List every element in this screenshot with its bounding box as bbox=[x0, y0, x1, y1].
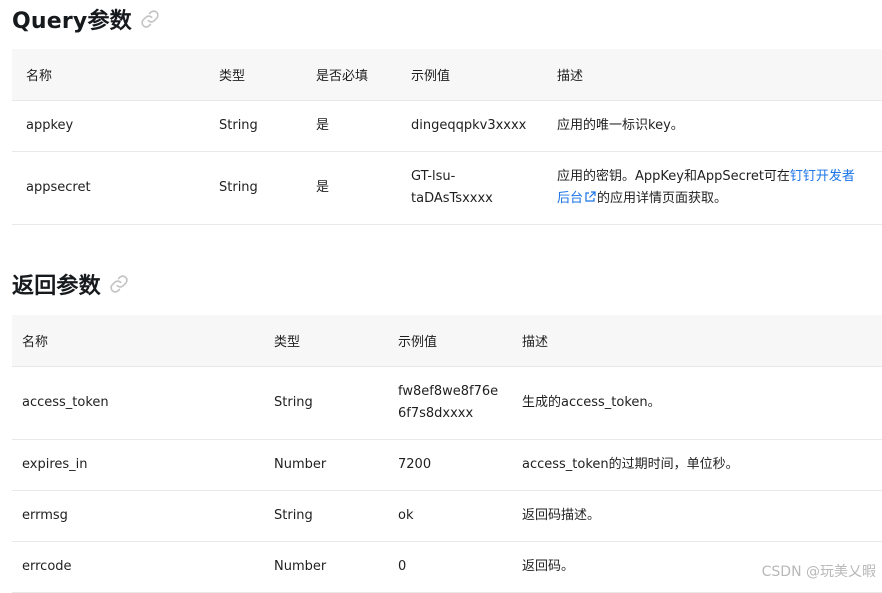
return-params-table: 名称 类型 示例值 描述 access_token String fw8ef8w… bbox=[12, 315, 882, 593]
example-line: fw8ef8we8f76e bbox=[398, 383, 499, 399]
param-required: 是 bbox=[302, 100, 397, 152]
param-type: Number bbox=[264, 439, 388, 491]
table-row: appsecret String 是 GT-lsu- taDAsTsxxxx 应… bbox=[12, 151, 882, 225]
table-row: expires_in Number 7200 access_token的过期时间… bbox=[12, 439, 882, 491]
param-name: expires_in bbox=[12, 439, 264, 491]
param-required: 是 bbox=[302, 151, 397, 225]
table-header-row: 名称 类型 是否必填 示例值 描述 bbox=[12, 49, 882, 101]
param-description: 生成的access_token。 bbox=[512, 366, 882, 440]
param-example: fw8ef8we8f76e 6f7s8dxxxx bbox=[388, 366, 512, 440]
param-example: 0 bbox=[388, 541, 512, 593]
column-header-name: 名称 bbox=[12, 315, 264, 367]
example-line: taDAsTsxxxx bbox=[411, 190, 493, 206]
param-example: dingeqqpkv3xxxx bbox=[397, 100, 543, 152]
param-name: errcode bbox=[12, 541, 264, 593]
description-text: 应用的密钥。AppKey和AppSecret可在 bbox=[557, 168, 790, 184]
param-description: 应用的密钥。AppKey和AppSecret可在钉钉开发者 后台 的应用详情页面获… bbox=[543, 151, 882, 225]
param-example: 7200 bbox=[388, 439, 512, 491]
param-type: String bbox=[264, 366, 388, 440]
developer-console-link-continued[interactable]: 后台 bbox=[557, 191, 583, 206]
param-example: ok bbox=[388, 490, 512, 542]
param-type: String bbox=[205, 151, 302, 225]
column-header-required: 是否必填 bbox=[302, 49, 397, 101]
developer-console-link[interactable]: 钉钉开发者 bbox=[790, 169, 855, 184]
param-example: GT-lsu- taDAsTsxxxx bbox=[397, 151, 543, 225]
column-header-type: 类型 bbox=[264, 315, 388, 367]
param-type: String bbox=[264, 490, 388, 542]
column-header-description: 描述 bbox=[543, 49, 882, 101]
table-row: access_token String fw8ef8we8f76e 6f7s8d… bbox=[12, 366, 882, 440]
param-name: appsecret bbox=[12, 151, 205, 225]
param-description: 返回码描述。 bbox=[512, 490, 882, 542]
table-header-row: 名称 类型 示例值 描述 bbox=[12, 315, 882, 367]
query-params-table: 名称 类型 是否必填 示例值 描述 appkey String 是 dingeq… bbox=[12, 49, 882, 225]
param-type: Number bbox=[264, 541, 388, 593]
table-row: appkey String 是 dingeqqpkv3xxxx 应用的唯一标识k… bbox=[12, 100, 882, 152]
link-icon[interactable] bbox=[140, 9, 160, 29]
example-line: GT-lsu- bbox=[411, 168, 456, 184]
table-row: errcode Number 0 返回码。 bbox=[12, 541, 882, 593]
link-icon[interactable] bbox=[109, 274, 129, 294]
column-header-name: 名称 bbox=[12, 49, 205, 101]
table-row: errmsg String ok 返回码描述。 bbox=[12, 490, 882, 542]
description-text: 的应用详情页面获取。 bbox=[597, 190, 728, 206]
column-header-description: 描述 bbox=[512, 315, 882, 367]
query-title-text: Query参数 bbox=[12, 9, 132, 34]
param-name: appkey bbox=[12, 100, 205, 152]
external-link-icon[interactable] bbox=[584, 189, 596, 202]
param-type: String bbox=[205, 100, 302, 152]
query-section-title: Query参数 bbox=[12, 4, 160, 34]
column-header-example: 示例值 bbox=[397, 49, 543, 101]
param-name: access_token bbox=[12, 366, 264, 440]
column-header-example: 示例值 bbox=[388, 315, 512, 367]
example-line: 6f7s8dxxxx bbox=[398, 405, 474, 421]
column-header-type: 类型 bbox=[205, 49, 302, 101]
param-name: errmsg bbox=[12, 490, 264, 542]
return-title-text: 返回参数 bbox=[12, 274, 101, 299]
param-description: 应用的唯一标识key。 bbox=[543, 100, 882, 152]
param-description: access_token的过期时间，单位秒。 bbox=[512, 439, 882, 491]
return-section-title: 返回参数 bbox=[12, 268, 129, 300]
watermark: CSDN @玩美乂暇 bbox=[761, 564, 876, 580]
